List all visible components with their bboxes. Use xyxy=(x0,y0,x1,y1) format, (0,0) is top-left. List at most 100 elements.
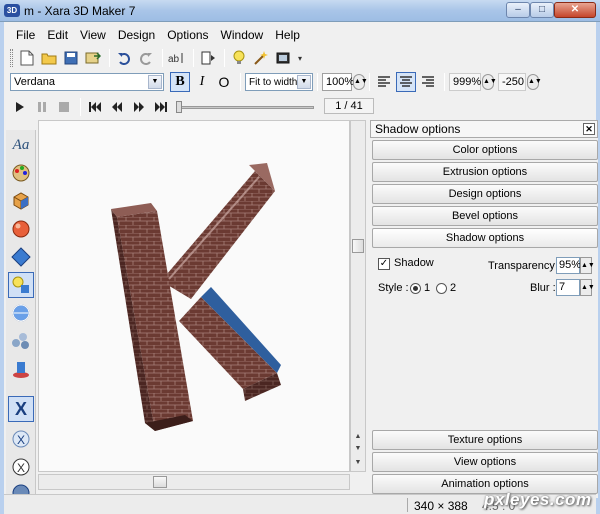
transparency-label: Transparency : xyxy=(488,260,561,272)
vertical-scrollbar[interactable]: ▲ ▼ ▼ xyxy=(350,120,366,472)
undo-icon[interactable] xyxy=(114,48,134,68)
transparency-field[interactable]: 95% xyxy=(556,257,581,274)
style-radio-2[interactable] xyxy=(436,283,447,294)
previous-frame-icon[interactable] xyxy=(107,97,127,117)
shadow-options-body: ✓ Shadow Transparency : 95% ▲▼ Style : 1… xyxy=(372,254,598,308)
bevel-sphere-icon[interactable] xyxy=(8,216,34,242)
bold-button[interactable]: B xyxy=(170,72,190,92)
minimize-button[interactable]: – xyxy=(506,2,530,18)
horizontal-scrollbar[interactable] xyxy=(38,474,350,490)
bevel-options-button[interactable]: Bevel options xyxy=(372,206,598,226)
last-frame-icon[interactable] xyxy=(151,97,171,117)
style-option-2-label: 2 xyxy=(450,282,457,294)
maximize-button[interactable]: □ xyxy=(530,2,554,18)
lighting-tool-icon[interactable] xyxy=(8,272,34,298)
magic-wand-icon[interactable] xyxy=(251,48,271,68)
extrude-cube-icon[interactable] xyxy=(8,188,34,214)
outline-button[interactable]: O xyxy=(214,72,234,92)
horizontal-scroll-thumb[interactable] xyxy=(153,476,167,488)
fit-mode-select[interactable]: Fit to width ▼ xyxy=(245,73,313,91)
svg-text:ab: ab xyxy=(168,54,180,65)
view-options-button[interactable]: View options xyxy=(372,452,598,472)
animation-molecule-icon[interactable] xyxy=(8,328,34,354)
menu-options[interactable]: Options xyxy=(161,26,214,44)
window-title: m - Xara 3D Maker 7 xyxy=(24,4,136,18)
title-bar[interactable]: 3D m - Xara 3D Maker 7 – □ ✕ xyxy=(0,0,600,22)
film-frame-icon[interactable] xyxy=(198,48,218,68)
design-options-button[interactable]: Design options xyxy=(372,184,598,204)
color-palette-icon[interactable] xyxy=(8,160,34,186)
left-toolbar: Aa X X X xyxy=(6,130,36,502)
next-frame-icon[interactable] xyxy=(129,97,149,117)
redo-icon[interactable] xyxy=(136,48,156,68)
globe-texture-icon[interactable] xyxy=(8,300,34,326)
new-file-icon[interactable] xyxy=(17,48,37,68)
rotation-spinner[interactable]: ▲▼ xyxy=(527,74,542,90)
frame-slider-thumb[interactable] xyxy=(176,101,182,113)
blur-label: Blur : xyxy=(530,282,556,294)
blur-spinner[interactable]: ▲▼ xyxy=(580,279,595,296)
blur-field[interactable]: 7 xyxy=(556,279,580,296)
light-bulb-icon[interactable] xyxy=(229,48,249,68)
close-window-button[interactable]: ✕ xyxy=(554,2,596,18)
align-center-icon[interactable] xyxy=(396,72,416,92)
status-separator xyxy=(407,498,408,512)
stop-icon[interactable] xyxy=(54,97,74,117)
export-icon[interactable] xyxy=(83,48,103,68)
font-name: Verdana xyxy=(14,76,55,88)
display-window-icon[interactable] xyxy=(273,48,293,68)
options-panel: Shadow options ✕ Color options Extrusion… xyxy=(370,120,598,498)
scroll-end-icon[interactable]: ▼ xyxy=(351,457,365,471)
shadow-options-button[interactable]: Shadow options xyxy=(372,228,598,248)
panel-title: Shadow options xyxy=(375,122,461,136)
zoom-spinner[interactable]: ▲▼ xyxy=(353,74,368,90)
rotation-field[interactable]: -250 xyxy=(498,73,526,91)
vertical-scroll-thumb[interactable] xyxy=(352,239,364,253)
first-frame-icon[interactable] xyxy=(85,97,105,117)
text-tool-icon[interactable]: Aa xyxy=(8,132,34,158)
toolbar-separator xyxy=(317,73,318,91)
align-left-icon[interactable] xyxy=(374,72,394,92)
x-circle-icon[interactable]: X xyxy=(8,426,34,452)
style-option-1-label: 1 xyxy=(424,282,431,294)
pause-icon[interactable] xyxy=(32,97,52,117)
chevron-down-icon[interactable]: ▾ xyxy=(295,48,305,68)
style-label: Style : xyxy=(378,282,409,294)
menu-view[interactable]: View xyxy=(74,26,112,44)
texture-options-button[interactable]: Texture options xyxy=(372,430,598,450)
style-radio-1[interactable] xyxy=(410,283,421,294)
chevron-down-icon: ▼ xyxy=(297,75,311,89)
spell-text-icon[interactable]: ab xyxy=(167,48,187,68)
toolbar-grip[interactable] xyxy=(10,49,13,67)
svg-text:X: X xyxy=(17,461,25,475)
align-right-icon[interactable] xyxy=(418,72,438,92)
zoom-field[interactable]: 100% xyxy=(322,73,354,91)
menu-window[interactable]: Window xyxy=(215,26,270,44)
toolbar-separator xyxy=(193,49,194,67)
font-select[interactable]: Verdana ▼ xyxy=(10,73,164,91)
animation-toolbar xyxy=(10,96,173,118)
scroll-down-icon[interactable]: ▼ xyxy=(351,443,365,457)
app-icon: 3D xyxy=(4,4,20,17)
shadow-tool-icon[interactable] xyxy=(8,356,34,382)
menu-help[interactable]: Help xyxy=(269,26,306,44)
open-folder-icon[interactable] xyxy=(39,48,59,68)
play-icon[interactable] xyxy=(10,97,30,117)
transparency-spinner[interactable]: ▲▼ xyxy=(580,257,595,274)
frame-slider-track[interactable] xyxy=(176,106,314,109)
shadow-checkbox[interactable]: ✓ xyxy=(378,258,390,270)
menu-edit[interactable]: Edit xyxy=(41,26,74,44)
width-percent-field[interactable]: 999% xyxy=(449,73,481,91)
design-canvas[interactable] xyxy=(38,120,350,472)
italic-button[interactable]: I xyxy=(192,72,212,92)
menu-file[interactable]: File xyxy=(10,26,41,44)
panel-close-icon[interactable]: ✕ xyxy=(583,123,595,135)
diamond-shape-icon[interactable] xyxy=(8,244,34,270)
extrusion-options-button[interactable]: Extrusion options xyxy=(372,162,598,182)
color-options-button[interactable]: Color options xyxy=(372,140,598,160)
x-outline-icon[interactable]: X xyxy=(8,454,34,480)
menu-design[interactable]: Design xyxy=(112,26,161,44)
width-percent-spinner[interactable]: ▲▼ xyxy=(482,74,497,90)
letter-x-icon[interactable]: X xyxy=(8,396,34,422)
save-icon[interactable] xyxy=(61,48,81,68)
